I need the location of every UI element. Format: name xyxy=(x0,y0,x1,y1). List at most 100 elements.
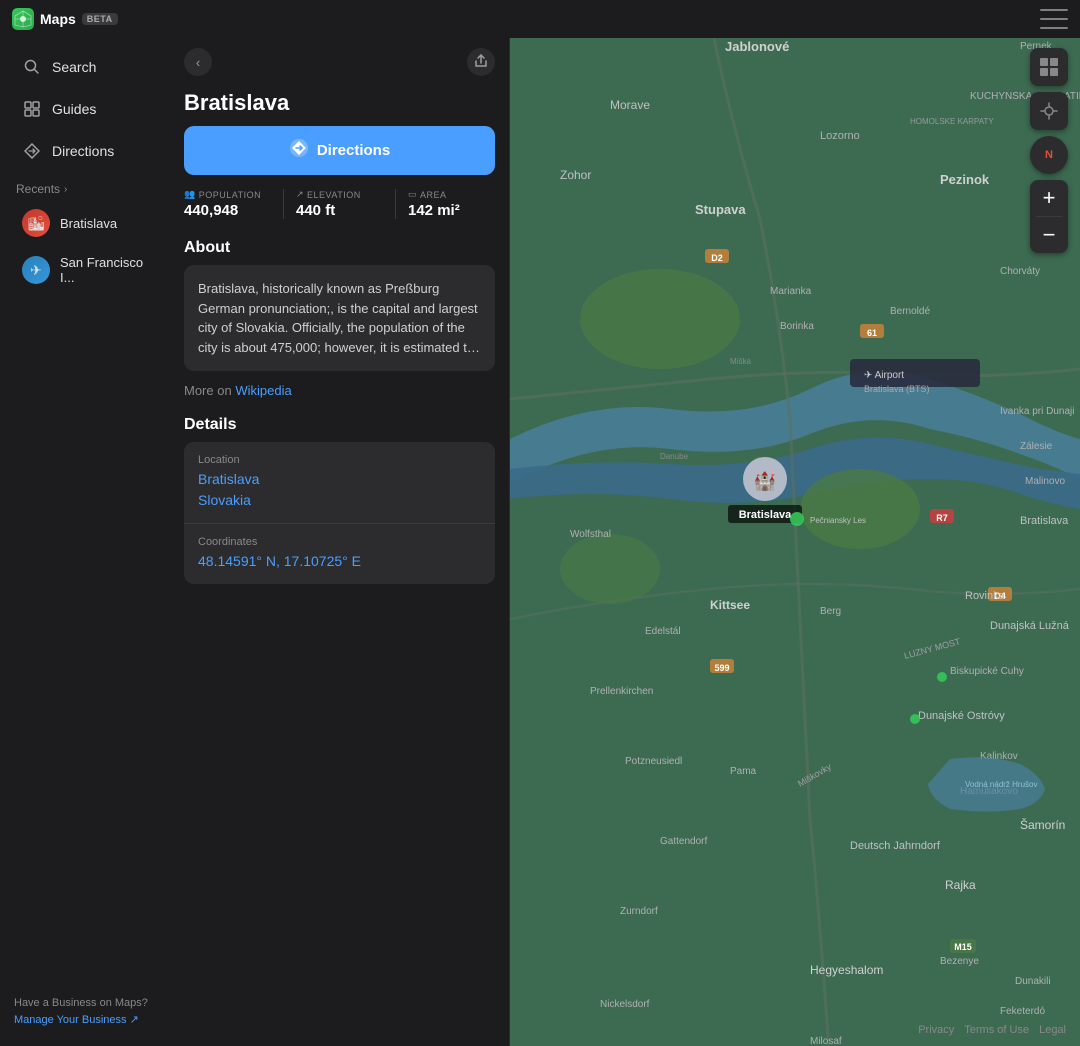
area-label: ▭ AREA xyxy=(408,189,495,200)
svg-text:Jablonové: Jablonové xyxy=(725,39,789,54)
area-icon: ▭ xyxy=(408,189,417,200)
zoom-out-button[interactable]: − xyxy=(1030,217,1068,253)
svg-text:Marianka: Marianka xyxy=(770,286,812,297)
svg-text:Morave: Morave xyxy=(610,98,650,112)
maps-logo-icon xyxy=(12,8,34,30)
titlebar: Maps BETA xyxy=(0,0,1080,38)
location-country[interactable]: Slovakia xyxy=(198,490,481,511)
map-background: D2 61 R7 D4 599 Jablonové Morave Zohor S… xyxy=(510,38,1080,1046)
legal-link[interactable]: Legal xyxy=(1039,1024,1066,1036)
bratislava-recent-label: Bratislava xyxy=(60,216,117,231)
location-city[interactable]: Bratislava xyxy=(198,469,481,490)
area-value: 142 mi² xyxy=(408,202,495,219)
details-heading: Details xyxy=(170,410,509,442)
place-title: Bratislava xyxy=(170,86,509,126)
svg-text:Dunajská Lužná: Dunajská Lužná xyxy=(990,620,1070,632)
svg-text:✈ Airport: ✈ Airport xyxy=(864,370,904,381)
main-layout: Search Guides Directions xyxy=(0,38,1080,1046)
sidebar-item-guides[interactable]: Guides xyxy=(6,89,164,129)
population-stat: 👥 POPULATION 440,948 xyxy=(184,189,271,219)
about-text-box: Bratislava, historically known as Preßbu… xyxy=(184,265,495,371)
svg-text:🏰: 🏰 xyxy=(754,471,776,491)
svg-text:Bernoldé: Bernoldé xyxy=(890,306,930,317)
svg-text:Edelstál: Edelstál xyxy=(645,626,681,637)
sidebar-item-search[interactable]: Search xyxy=(6,47,164,87)
sidebar-toggle-button[interactable] xyxy=(1040,9,1068,29)
san-francisco-recent-label: San Francisco I... xyxy=(60,255,148,285)
directions-button-label: Directions xyxy=(317,142,390,159)
svg-text:Biskupické Cuhy: Biskupické Cuhy xyxy=(950,666,1024,677)
svg-text:Dunajské Ostróvy: Dunajské Ostróvy xyxy=(918,710,1005,722)
privacy-link[interactable]: Privacy xyxy=(918,1024,954,1036)
svg-text:Zurndorf: Zurndorf xyxy=(620,906,658,917)
svg-text:Rajka: Rajka xyxy=(945,878,976,892)
location-button[interactable] xyxy=(1030,92,1068,130)
svg-text:Deutsch Jahrndorf: Deutsch Jahrndorf xyxy=(850,840,941,852)
terms-link[interactable]: Terms of Use xyxy=(964,1024,1029,1036)
guides-icon xyxy=(22,99,42,119)
zoom-controls: + − xyxy=(1030,180,1068,253)
svg-text:Malinovo: Malinovo xyxy=(1025,476,1065,487)
sidebar-bottom: Have a Business on Maps? Manage Your Bus… xyxy=(0,985,170,1038)
location-row: Location Bratislava Slovakia xyxy=(184,442,495,523)
recent-item-bratislava[interactable]: 🏙 Bratislava xyxy=(6,201,164,245)
elevation-icon: ↗ xyxy=(296,189,304,200)
app-logo: Maps BETA xyxy=(12,8,118,30)
elevation-label: ↗ ELEVATION xyxy=(296,189,383,200)
map-type-button[interactable] xyxy=(1030,48,1068,86)
business-link: Have a Business on Maps? Manage Your Bus… xyxy=(14,995,156,1028)
search-label: Search xyxy=(52,59,96,75)
svg-text:Borinka: Borinka xyxy=(780,321,814,332)
svg-text:HOMOLSKE KARPATY: HOMOLSKE KARPATY xyxy=(910,117,994,126)
svg-text:Pama: Pama xyxy=(730,766,757,777)
svg-text:Wolfsthal: Wolfsthal xyxy=(570,529,611,540)
compass-button[interactable]: N xyxy=(1030,136,1068,174)
directions-icon xyxy=(22,141,42,161)
elevation-value: 440 ft xyxy=(296,202,383,219)
svg-text:R7: R7 xyxy=(936,513,948,523)
svg-text:599: 599 xyxy=(714,663,729,673)
app-title: Maps xyxy=(40,11,76,27)
search-icon xyxy=(22,57,42,77)
map-controls: N + − xyxy=(1030,48,1068,253)
svg-text:Bezenye: Bezenye xyxy=(940,956,979,967)
svg-text:Feketerdó: Feketerdó xyxy=(1000,1006,1045,1017)
back-button[interactable]: ‹ xyxy=(184,48,212,76)
stats-row: 👥 POPULATION 440,948 ↗ ELEVATION 440 ft … xyxy=(170,189,509,233)
svg-text:Chorváty: Chorváty xyxy=(1000,266,1040,277)
detail-header: ‹ xyxy=(170,38,509,86)
sidebar: Search Guides Directions xyxy=(0,38,170,1046)
svg-text:Prellenkirchen: Prellenkirchen xyxy=(590,686,653,697)
compass-north-label: N xyxy=(1045,149,1053,161)
coordinates-value[interactable]: 48.14591° N, 17.10725° E xyxy=(198,551,481,572)
wikipedia-anchor[interactable]: Wikipedia xyxy=(235,383,291,398)
about-text: Bratislava, historically known as Preßbu… xyxy=(198,279,481,357)
bratislava-icon: 🏙 xyxy=(22,209,50,237)
directions-button[interactable]: Directions xyxy=(184,126,495,175)
recent-item-san-francisco[interactable]: ✈ San Francisco I... xyxy=(6,247,164,293)
svg-text:Dunakili: Dunakili xyxy=(1015,976,1051,987)
svg-text:M15: M15 xyxy=(954,942,972,952)
sidebar-item-directions[interactable]: Directions xyxy=(6,131,164,171)
svg-text:Milosaf: Milosaf xyxy=(810,1036,842,1046)
coordinates-row: Coordinates 48.14591° N, 17.10725° E xyxy=(184,523,495,584)
coordinates-label: Coordinates xyxy=(198,536,481,548)
about-heading: About xyxy=(170,233,509,265)
svg-text:Stupava: Stupava xyxy=(695,202,746,217)
svg-text:Rovinka: Rovinka xyxy=(965,590,1006,602)
map-attribution: Privacy Terms of Use Legal xyxy=(918,1024,1066,1036)
share-button[interactable] xyxy=(467,48,495,76)
detail-panel: ‹ Bratislava xyxy=(170,38,510,1046)
svg-text:Ivanka pri Dunaji: Ivanka pri Dunaji xyxy=(1000,406,1074,417)
wikipedia-link: More on Wikipedia xyxy=(170,379,509,410)
svg-text:Pečniansky Les: Pečniansky Les xyxy=(810,516,866,525)
zoom-in-button[interactable]: + xyxy=(1030,180,1068,216)
svg-text:Nickelsdorf: Nickelsdorf xyxy=(600,999,650,1010)
svg-text:Berg: Berg xyxy=(820,606,841,617)
map-area[interactable]: D2 61 R7 D4 599 Jablonové Morave Zohor S… xyxy=(510,38,1080,1046)
svg-text:Bratislava (BTS): Bratislava (BTS) xyxy=(864,384,930,394)
manage-business-link[interactable]: Manage Your Business ↗ xyxy=(14,1014,139,1026)
svg-text:Pezinok: Pezinok xyxy=(940,172,990,187)
location-label: Location xyxy=(198,454,481,466)
details-card: Location Bratislava Slovakia Coordinates… xyxy=(184,442,495,584)
